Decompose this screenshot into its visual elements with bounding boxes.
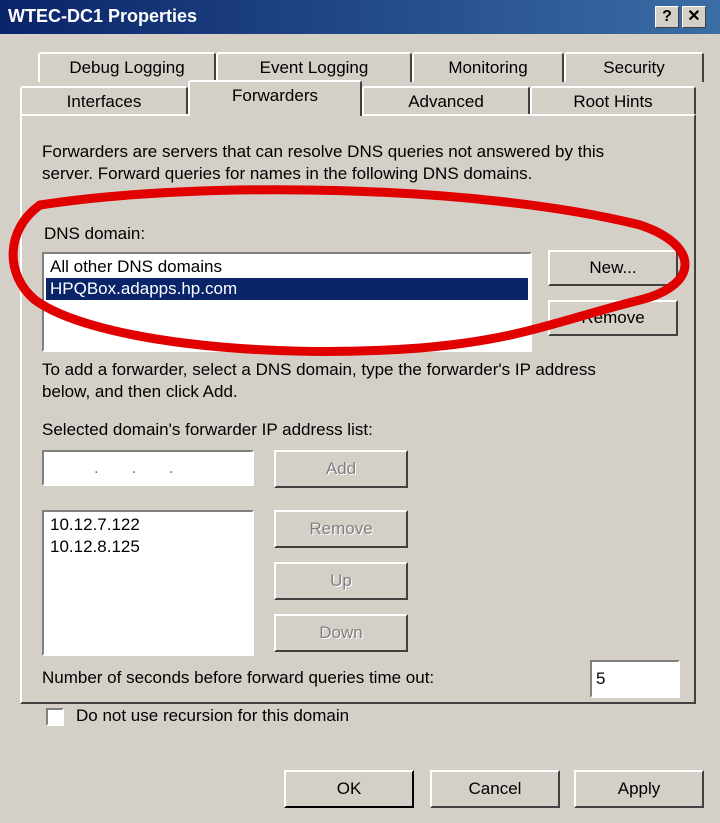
dialog-body: Debug Logging Event Logging Monitoring S… bbox=[0, 34, 720, 823]
list-item-selected[interactable]: HPQBox.adapps.hp.com bbox=[46, 278, 528, 300]
recursion-checkbox[interactable] bbox=[46, 708, 64, 726]
ip-address-input[interactable]: . . . bbox=[42, 450, 254, 486]
tab-event-logging[interactable]: Event Logging bbox=[216, 52, 412, 82]
ip-list-label: Selected domain's forwarder IP address l… bbox=[42, 420, 373, 439]
tab-root-hints[interactable]: Root Hints bbox=[530, 86, 696, 116]
dns-domain-label: DNS domain: bbox=[44, 224, 146, 243]
forwarders-panel: Forwarders are servers that can resolve … bbox=[20, 114, 696, 704]
description-line-1: Forwarders are servers that can resolve … bbox=[42, 142, 605, 161]
apply-button[interactable]: Apply bbox=[574, 770, 704, 808]
tab-advanced[interactable]: Advanced bbox=[362, 86, 530, 116]
remove-ip-button[interactable]: Remove bbox=[274, 510, 408, 548]
timeout-field[interactable]: 5 bbox=[590, 660, 680, 698]
tab-forwarders[interactable]: Forwarders bbox=[188, 80, 362, 116]
instructions-line-1: To add a forwarder, select a DNS domain,… bbox=[42, 360, 596, 379]
ok-button[interactable]: OK bbox=[284, 770, 414, 808]
tab-monitoring[interactable]: Monitoring bbox=[412, 52, 564, 82]
close-button[interactable]: ✕ bbox=[682, 6, 706, 28]
ip-list-item[interactable]: 10.12.8.125 bbox=[46, 536, 250, 558]
dns-domain-list[interactable]: All other DNS domains HPQBox.adapps.hp.c… bbox=[42, 252, 532, 352]
recursion-label: Do not use recursion for this domain bbox=[76, 706, 350, 725]
list-item[interactable]: All other DNS domains bbox=[46, 256, 528, 278]
timeout-label: Number of seconds before forward queries… bbox=[42, 668, 435, 687]
title-bar: WTEC-DC1 Properties ? ✕ bbox=[0, 0, 720, 34]
tab-security[interactable]: Security bbox=[564, 52, 704, 82]
add-button[interactable]: Add bbox=[274, 450, 408, 488]
help-button[interactable]: ? bbox=[655, 6, 679, 28]
ip-list-item[interactable]: 10.12.7.122 bbox=[46, 514, 250, 536]
move-up-button[interactable]: Up bbox=[274, 562, 408, 600]
move-down-button[interactable]: Down bbox=[274, 614, 408, 652]
tab-interfaces[interactable]: Interfaces bbox=[20, 86, 188, 116]
cancel-button[interactable]: Cancel bbox=[430, 770, 560, 808]
ip-address-list[interactable]: 10.12.7.122 10.12.8.125 bbox=[42, 510, 254, 656]
tab-debug-logging[interactable]: Debug Logging bbox=[38, 52, 216, 82]
description-line-2: server. Forward queries for names in the… bbox=[42, 164, 533, 183]
remove-domain-button[interactable]: Remove bbox=[548, 300, 678, 336]
instructions-line-2: below, and then click Add. bbox=[42, 382, 238, 401]
window-title: WTEC-DC1 Properties bbox=[8, 6, 198, 26]
new-domain-button[interactable]: New... bbox=[548, 250, 678, 286]
